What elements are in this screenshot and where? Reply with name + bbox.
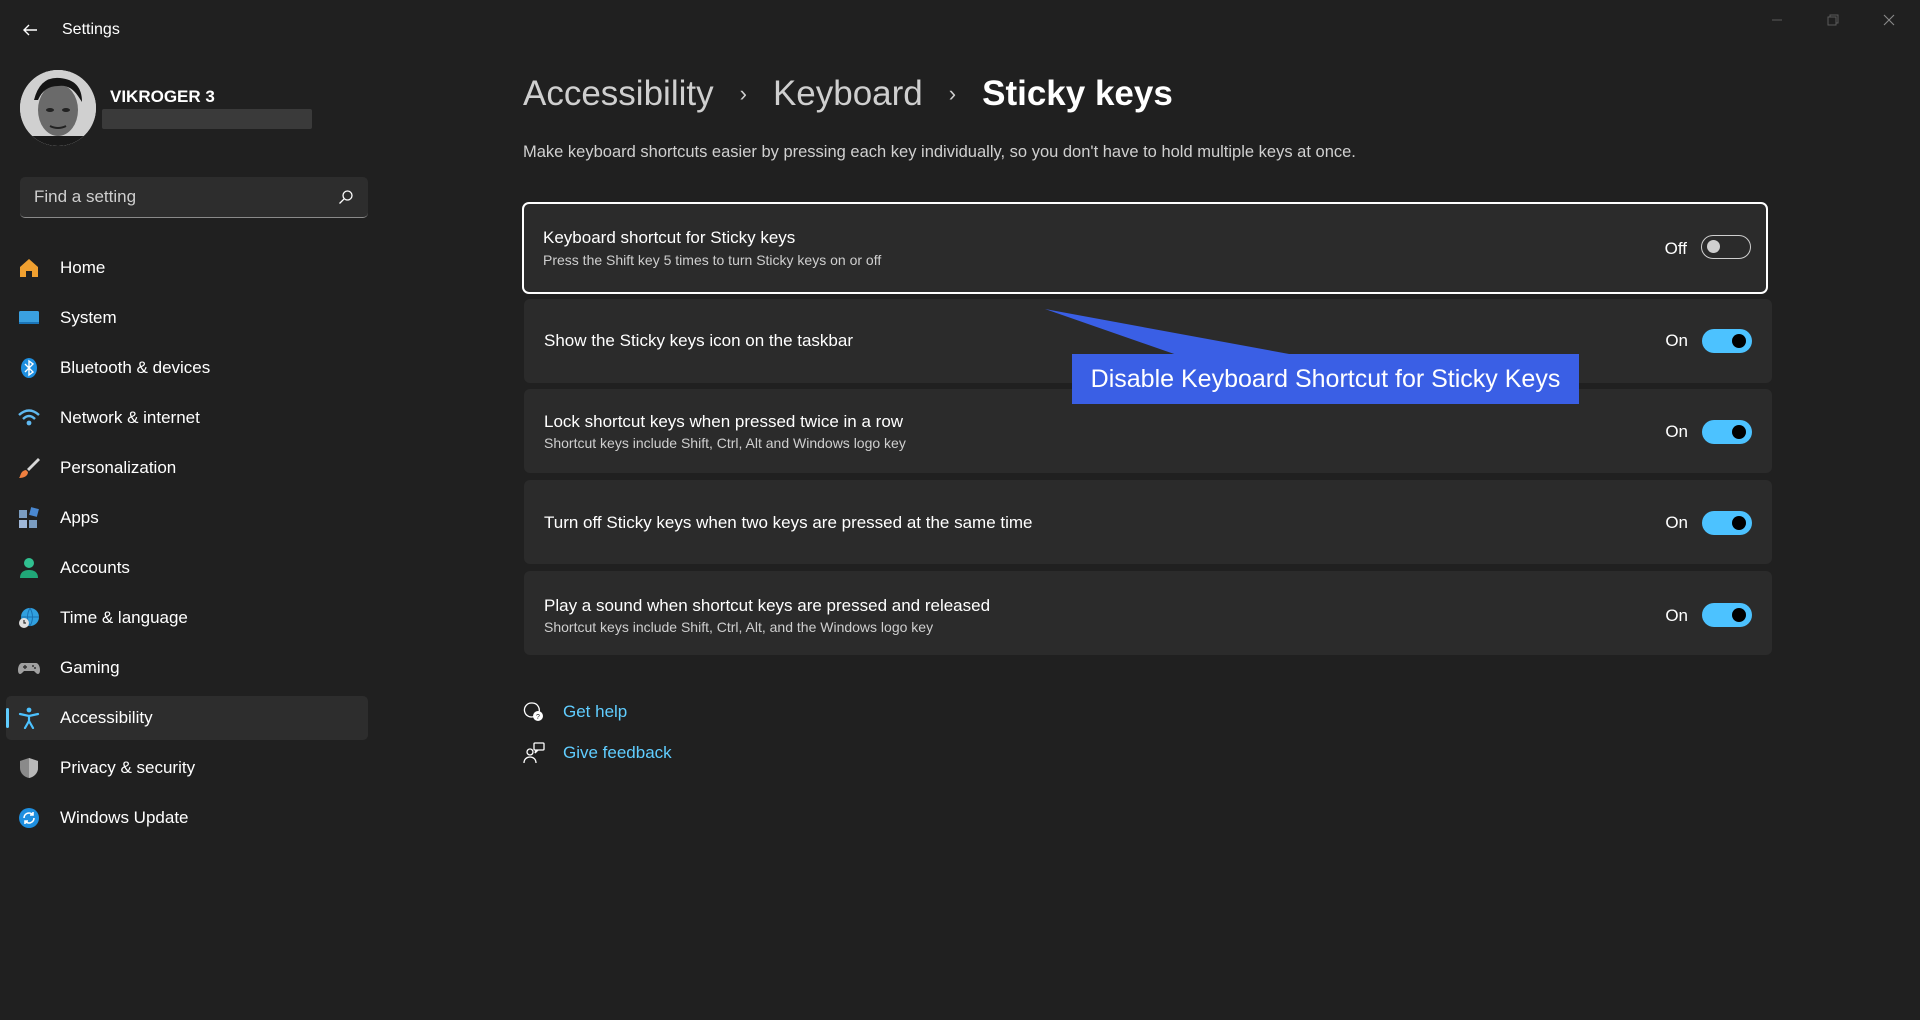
- gamepad-icon: [18, 657, 40, 679]
- setting-title: Turn off Sticky keys when two keys are p…: [544, 513, 1033, 532]
- toggle-state-label: Off: [1664, 239, 1687, 258]
- sidebar-item-system[interactable]: System: [6, 296, 368, 340]
- toggle-switch[interactable]: [1701, 235, 1751, 259]
- restore-button[interactable]: [1810, 4, 1856, 36]
- sidebar-item-label: Network & internet: [60, 408, 200, 427]
- search-input[interactable]: [20, 177, 320, 217]
- svg-text:?: ?: [536, 714, 540, 721]
- restore-icon: [1827, 14, 1839, 26]
- close-icon: [1883, 14, 1895, 26]
- sidebar-item-windows-update[interactable]: Windows Update: [6, 796, 368, 840]
- sidebar-item-bluetooth[interactable]: Bluetooth & devices: [6, 346, 368, 390]
- user-profile[interactable]: VIKROGER 3: [20, 70, 360, 146]
- back-button[interactable]: [14, 14, 46, 46]
- toggle-state-label: On: [1665, 606, 1688, 625]
- toggle-state-label: On: [1665, 513, 1688, 532]
- get-help-row[interactable]: ? Get help: [522, 699, 627, 725]
- update-icon: [18, 807, 40, 829]
- search-icon[interactable]: [338, 189, 354, 205]
- close-button[interactable]: [1866, 4, 1912, 36]
- setting-title: Show the Sticky keys icon on the taskbar: [544, 331, 853, 350]
- annotation-callout: Disable Keyboard Shortcut for Sticky Key…: [1072, 354, 1579, 404]
- setting-play-sound[interactable]: Play a sound when shortcut keys are pres…: [524, 571, 1772, 655]
- sidebar-item-network[interactable]: Network & internet: [6, 396, 368, 440]
- setting-title: Play a sound when shortcut keys are pres…: [544, 596, 991, 615]
- accessibility-icon: [18, 707, 40, 729]
- setting-title: Keyboard shortcut for Sticky keys: [543, 228, 796, 247]
- feedback-icon: [522, 741, 546, 765]
- globe-clock-icon: [18, 607, 40, 629]
- avatar: [20, 70, 96, 146]
- sidebar-item-personalization[interactable]: Personalization: [6, 446, 368, 490]
- sidebar-item-time-language[interactable]: Time & language: [6, 596, 368, 640]
- search-box[interactable]: [20, 177, 368, 218]
- setting-subtitle: Press the Shift key 5 times to turn Stic…: [543, 252, 882, 268]
- toggle-state-label: On: [1665, 331, 1688, 350]
- breadcrumb-accessibility[interactable]: Accessibility: [523, 74, 714, 114]
- apps-icon: [18, 507, 40, 529]
- page-title: Sticky keys: [982, 74, 1173, 113]
- get-help-link[interactable]: Get help: [563, 702, 627, 722]
- toggle-state-label: On: [1665, 422, 1688, 441]
- give-feedback-row[interactable]: Give feedback: [522, 740, 672, 766]
- accounts-icon: [18, 557, 40, 579]
- toggle-switch[interactable]: [1702, 511, 1752, 535]
- breadcrumb-keyboard[interactable]: Keyboard: [773, 74, 923, 114]
- toggle-knob: [1707, 240, 1720, 253]
- sidebar-item-gaming[interactable]: Gaming: [6, 646, 368, 690]
- sidebar-item-privacy-security[interactable]: Privacy & security: [6, 746, 368, 790]
- sidebar-item-label: Apps: [60, 508, 99, 527]
- toggle-knob: [1732, 516, 1746, 530]
- user-name: VIKROGER 3: [110, 87, 215, 106]
- redacted-email: [102, 109, 312, 129]
- brush-icon: [18, 457, 40, 479]
- sidebar-item-label: Privacy & security: [60, 758, 196, 777]
- breadcrumb-separator: ›: [948, 81, 957, 106]
- sidebar-item-label: Accounts: [60, 558, 130, 577]
- toggle-knob: [1732, 608, 1746, 622]
- shield-icon: [18, 757, 40, 779]
- sidebar-item-accessibility[interactable]: Accessibility: [6, 696, 368, 740]
- breadcrumb-separator: ›: [739, 81, 747, 106]
- sidebar-item-label: Accessibility: [60, 708, 153, 727]
- setting-subtitle: Shortcut keys include Shift, Ctrl, Alt a…: [544, 435, 906, 451]
- app-title: Settings: [62, 21, 120, 38]
- sidebar-item-label: Home: [60, 258, 106, 277]
- sidebar-item-label: System: [60, 308, 117, 327]
- title-bar: Settings: [0, 0, 1920, 60]
- sidebar-item-label: Personalization: [60, 458, 177, 477]
- back-arrow-icon: [23, 24, 37, 36]
- toggle-switch[interactable]: [1702, 603, 1752, 627]
- sidebar-item-label: Windows Update: [60, 808, 189, 827]
- sidebar-item-label: Gaming: [60, 658, 120, 677]
- sidebar-item-apps[interactable]: Apps: [6, 496, 368, 540]
- page-description: Make keyboard shortcuts easier by pressi…: [523, 143, 1356, 161]
- help-chat-icon: ?: [522, 700, 546, 724]
- minimize-button[interactable]: [1754, 4, 1800, 36]
- toggle-switch[interactable]: [1702, 329, 1752, 353]
- toggle-knob: [1732, 334, 1746, 348]
- toggle-knob: [1732, 425, 1746, 439]
- setting-subtitle: Shortcut keys include Shift, Ctrl, Alt, …: [544, 619, 934, 635]
- toggle-switch[interactable]: [1702, 420, 1752, 444]
- annotation-text: Disable Keyboard Shortcut for Sticky Key…: [1090, 364, 1561, 393]
- system-icon: [18, 307, 40, 329]
- bluetooth-icon: [18, 357, 40, 379]
- sidebar-item-accounts[interactable]: Accounts: [6, 546, 368, 590]
- give-feedback-link[interactable]: Give feedback: [563, 743, 672, 763]
- wifi-icon: [18, 407, 40, 429]
- setting-turn-off-sticky-keys[interactable]: Turn off Sticky keys when two keys are p…: [524, 480, 1772, 564]
- sidebar-item-label: Time & language: [60, 608, 188, 627]
- minimize-icon: [1772, 19, 1782, 21]
- home-icon: [18, 257, 40, 279]
- setting-title: Lock shortcut keys when pressed twice in…: [544, 412, 904, 431]
- sidebar-item-home[interactable]: Home: [6, 246, 368, 290]
- sidebar-nav: Home System Bluetooth & devices Network …: [6, 246, 368, 846]
- setting-keyboard-shortcut-sticky-keys[interactable]: Keyboard shortcut for Sticky keys Press …: [522, 202, 1768, 294]
- sidebar-item-label: Bluetooth & devices: [60, 358, 211, 377]
- breadcrumb: Accessibility › Keyboard › Sticky keys: [523, 70, 1173, 118]
